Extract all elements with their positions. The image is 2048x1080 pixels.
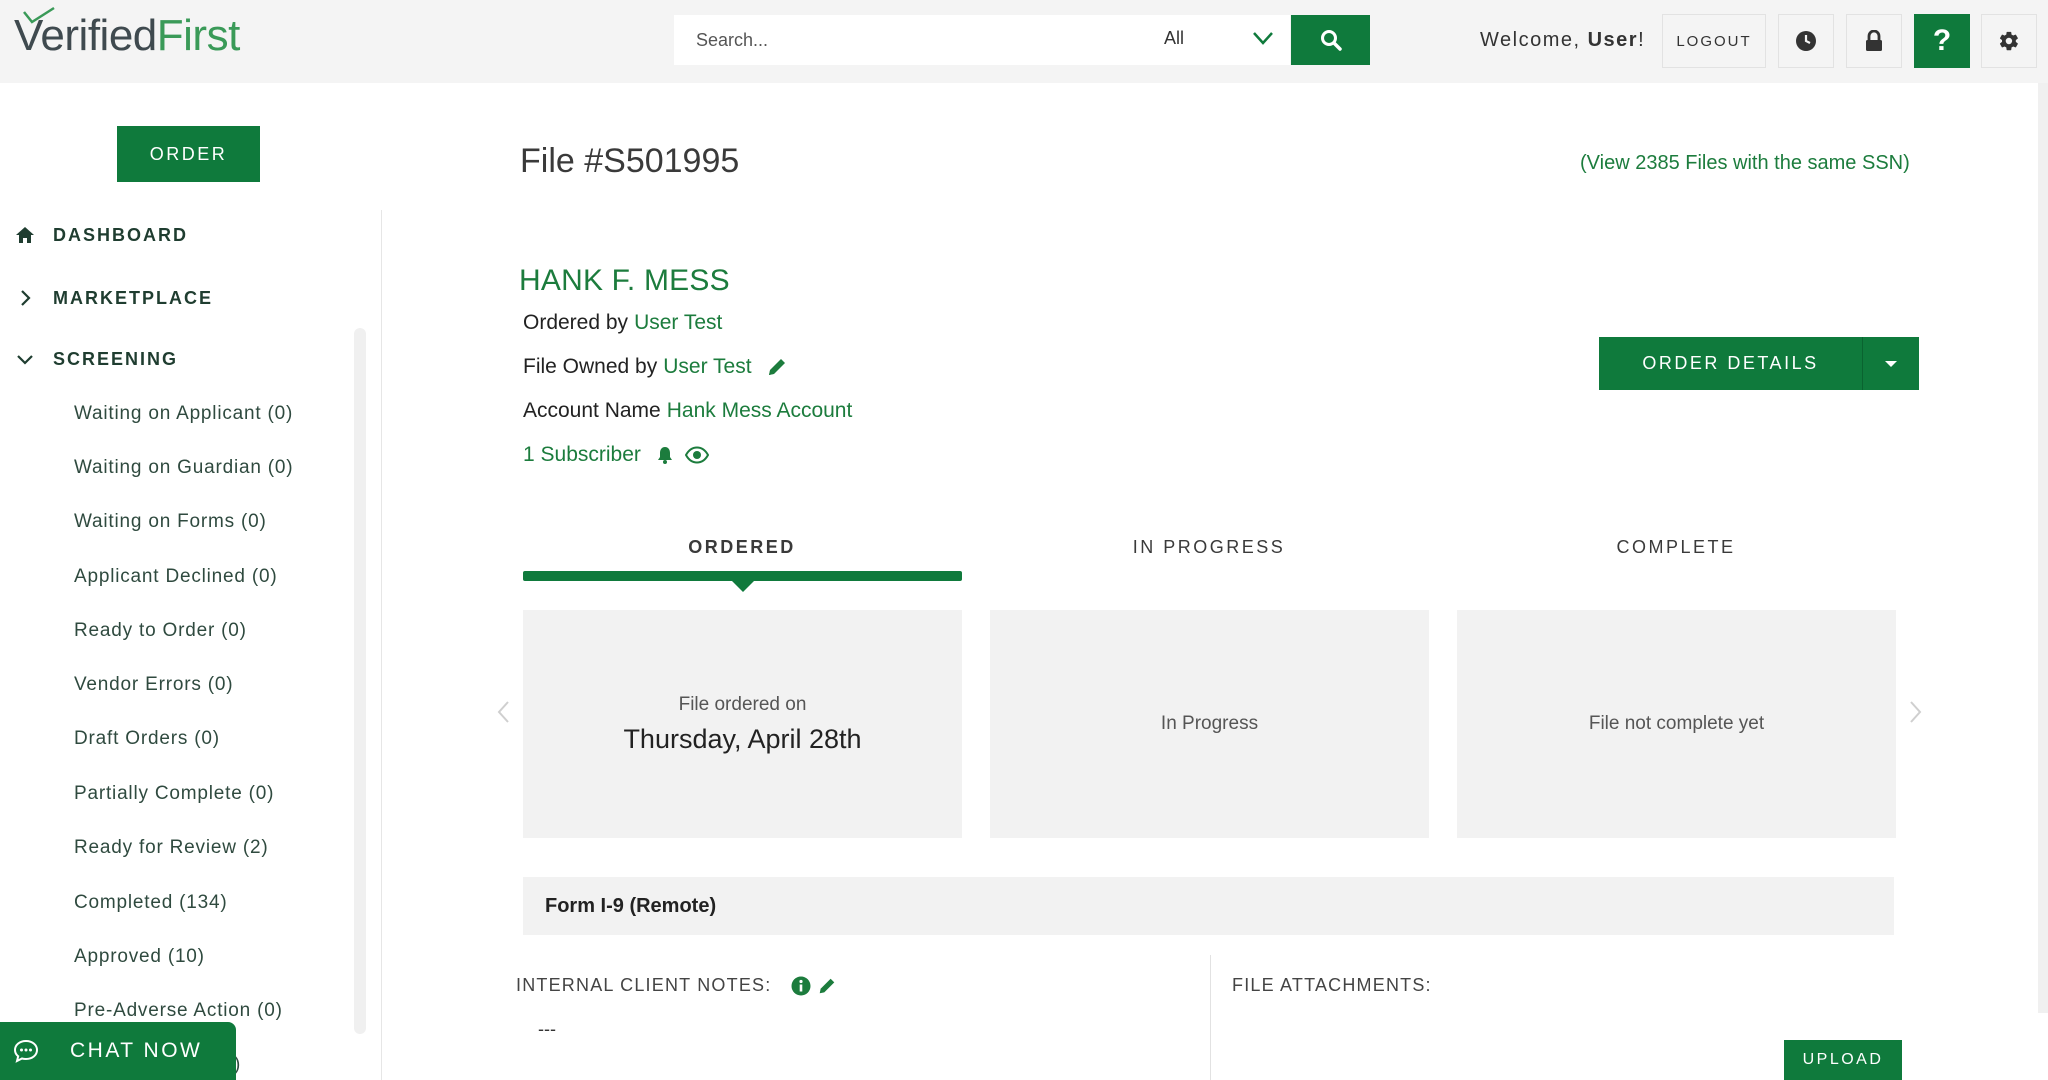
sidebar-item-draft-orders[interactable]: Draft Orders (0) xyxy=(74,728,220,750)
internal-notes-header: INTERNAL CLIENT NOTES: xyxy=(516,975,837,996)
owned-by-row: File Owned by User Test xyxy=(523,355,788,379)
sidebar-item-waiting-on-guardian[interactable]: Waiting on Guardian (0) xyxy=(74,457,293,479)
sidebar-item-partially-complete[interactable]: Partially Complete (0) xyxy=(74,783,274,805)
chevron-down-icon xyxy=(14,348,36,370)
subscriber-count-link[interactable]: 1 Subscriber xyxy=(523,443,641,467)
history-icon xyxy=(1796,31,1816,51)
sidebar-item-pre-adverse-action[interactable]: Pre-Adverse Action (0) xyxy=(74,1000,283,1022)
welcome-prefix: Welcome, xyxy=(1480,29,1588,51)
help-icon: ? xyxy=(1932,24,1952,57)
card-ordered-caption: File ordered on xyxy=(678,693,807,715)
status-card-ordered: File ordered on Thursday, April 28th xyxy=(523,610,962,838)
internal-notes-value: --- xyxy=(538,1019,556,1039)
page-title: File #S501995 xyxy=(520,142,740,180)
applicant-name[interactable]: HANK F. MESS xyxy=(519,264,730,298)
status-card-in-progress: In Progress xyxy=(990,610,1429,838)
step-progress-bar xyxy=(523,571,962,581)
welcome-suffix: ! xyxy=(1638,29,1646,51)
bell-icon[interactable] xyxy=(655,445,675,465)
search-scope-select[interactable]: All xyxy=(1164,28,1184,49)
card-in-progress-caption: In Progress xyxy=(1160,713,1259,734)
same-ssn-link[interactable]: (View 2385 Files with the same SSN) xyxy=(1580,152,1910,175)
status-card-complete: File not complete yet xyxy=(1457,610,1896,838)
sidebar-item-ready-to-order[interactable]: Ready to Order (0) xyxy=(74,620,247,642)
chevron-right-icon xyxy=(14,287,36,309)
sidebar-scrollbar[interactable] xyxy=(354,328,366,1034)
chat-icon xyxy=(13,1039,39,1063)
search-box xyxy=(674,15,1290,65)
sidebar-item-waiting-on-applicant[interactable]: Waiting on Applicant (0) xyxy=(74,403,293,425)
help-button[interactable]: ? xyxy=(1914,14,1970,68)
search-button[interactable] xyxy=(1291,15,1370,65)
nav-marketplace[interactable]: MARKETPLACE xyxy=(14,286,211,310)
settings-button[interactable] xyxy=(1981,14,2037,68)
owned-by-label: File Owned by xyxy=(523,355,658,378)
chat-now-button[interactable]: CHAT NOW xyxy=(0,1022,236,1080)
upload-button[interactable]: UPLOAD xyxy=(1784,1040,1902,1080)
chevron-down-icon[interactable] xyxy=(1252,30,1274,46)
sidebar-divider xyxy=(381,210,382,1080)
sidebar-item-applicant-declined[interactable]: Applicant Declined (0) xyxy=(74,566,277,588)
logo-check-icon xyxy=(23,6,55,24)
account-link[interactable]: Hank Mess Account xyxy=(667,399,853,423)
welcome-user: User xyxy=(1587,29,1639,51)
sidebar-item-ready-for-review[interactable]: Ready for Review (2) xyxy=(74,837,268,859)
order-button[interactable]: ORDER xyxy=(117,126,260,182)
sidebar-item-completed[interactable]: Completed (134) xyxy=(74,892,228,914)
step-indicator xyxy=(732,581,754,592)
column-divider xyxy=(1210,955,1211,1080)
step-in-progress: IN PROGRESS xyxy=(1132,537,1286,557)
owned-by-link[interactable]: User Test xyxy=(663,355,751,379)
file-attachments-label: FILE ATTACHMENTS: xyxy=(1232,975,1432,995)
nav-dashboard-label: DASHBOARD xyxy=(53,224,188,245)
lock-icon xyxy=(1866,30,1882,51)
sidebar-item-approved[interactable]: Approved (10) xyxy=(74,946,205,968)
order-details-dropdown[interactable] xyxy=(1863,337,1919,390)
edit-notes-pencil-icon[interactable] xyxy=(817,976,837,996)
carousel-prev-icon[interactable] xyxy=(495,700,513,724)
form-title: Form I-9 (Remote) xyxy=(545,894,717,917)
caret-down-icon xyxy=(1885,360,1897,367)
internal-notes-label: INTERNAL CLIENT NOTES: xyxy=(516,975,772,995)
chat-now-label: CHAT NOW xyxy=(70,1039,203,1062)
subscriber-row: 1 Subscriber xyxy=(523,443,709,467)
nav-dashboard[interactable]: DASHBOARD xyxy=(14,223,186,247)
edit-owner-pencil-icon[interactable] xyxy=(766,356,788,378)
page-scrollbar[interactable] xyxy=(2038,83,2048,1013)
card-ordered-date: Thursday, April 28th xyxy=(623,723,862,754)
carousel-next-icon[interactable] xyxy=(1906,700,1924,724)
lock-button[interactable] xyxy=(1846,14,1902,68)
sidebar-item-waiting-on-forms[interactable]: Waiting on Forms (0) xyxy=(74,511,267,533)
form-section-header[interactable]: Form I-9 (Remote) xyxy=(523,877,1894,935)
card-complete-caption: File not complete yet xyxy=(1588,713,1765,734)
search-icon xyxy=(1320,30,1342,51)
logo-text-first: First xyxy=(156,11,241,60)
logout-button[interactable]: LOGOUT xyxy=(1662,14,1766,68)
nav-screening[interactable]: SCREENING xyxy=(14,347,176,371)
ordered-by-link[interactable]: User Test xyxy=(634,311,722,335)
ordered-by-label: Ordered by xyxy=(523,311,629,334)
home-icon xyxy=(14,224,36,246)
step-complete: COMPLETE xyxy=(1616,537,1736,557)
account-row: Account Name Hank Mess Account xyxy=(523,399,852,423)
top-header: VerifiedFirst All Welcome, User! LOGOUT … xyxy=(0,0,2048,83)
history-button[interactable] xyxy=(1778,14,1834,68)
gear-icon xyxy=(1999,31,2018,51)
order-details-button: ORDER DETAILS xyxy=(1599,337,1919,390)
verified-first-logo[interactable]: VerifiedFirst xyxy=(14,6,241,60)
info-icon[interactable] xyxy=(791,976,811,996)
nav-marketplace-label: MARKETPLACE xyxy=(53,287,213,308)
account-label: Account Name xyxy=(523,399,661,422)
sidebar-item-vendor-errors[interactable]: Vendor Errors (0) xyxy=(74,674,233,696)
step-ordered: ORDERED xyxy=(688,537,796,557)
ordered-by-row: Ordered by User Test xyxy=(523,311,722,335)
order-details-label[interactable]: ORDER DETAILS xyxy=(1599,337,1863,390)
eye-icon[interactable] xyxy=(684,446,709,464)
welcome-message: Welcome, User! xyxy=(1480,29,1645,52)
search-input[interactable] xyxy=(674,15,1124,65)
nav-screening-label: SCREENING xyxy=(53,348,179,369)
